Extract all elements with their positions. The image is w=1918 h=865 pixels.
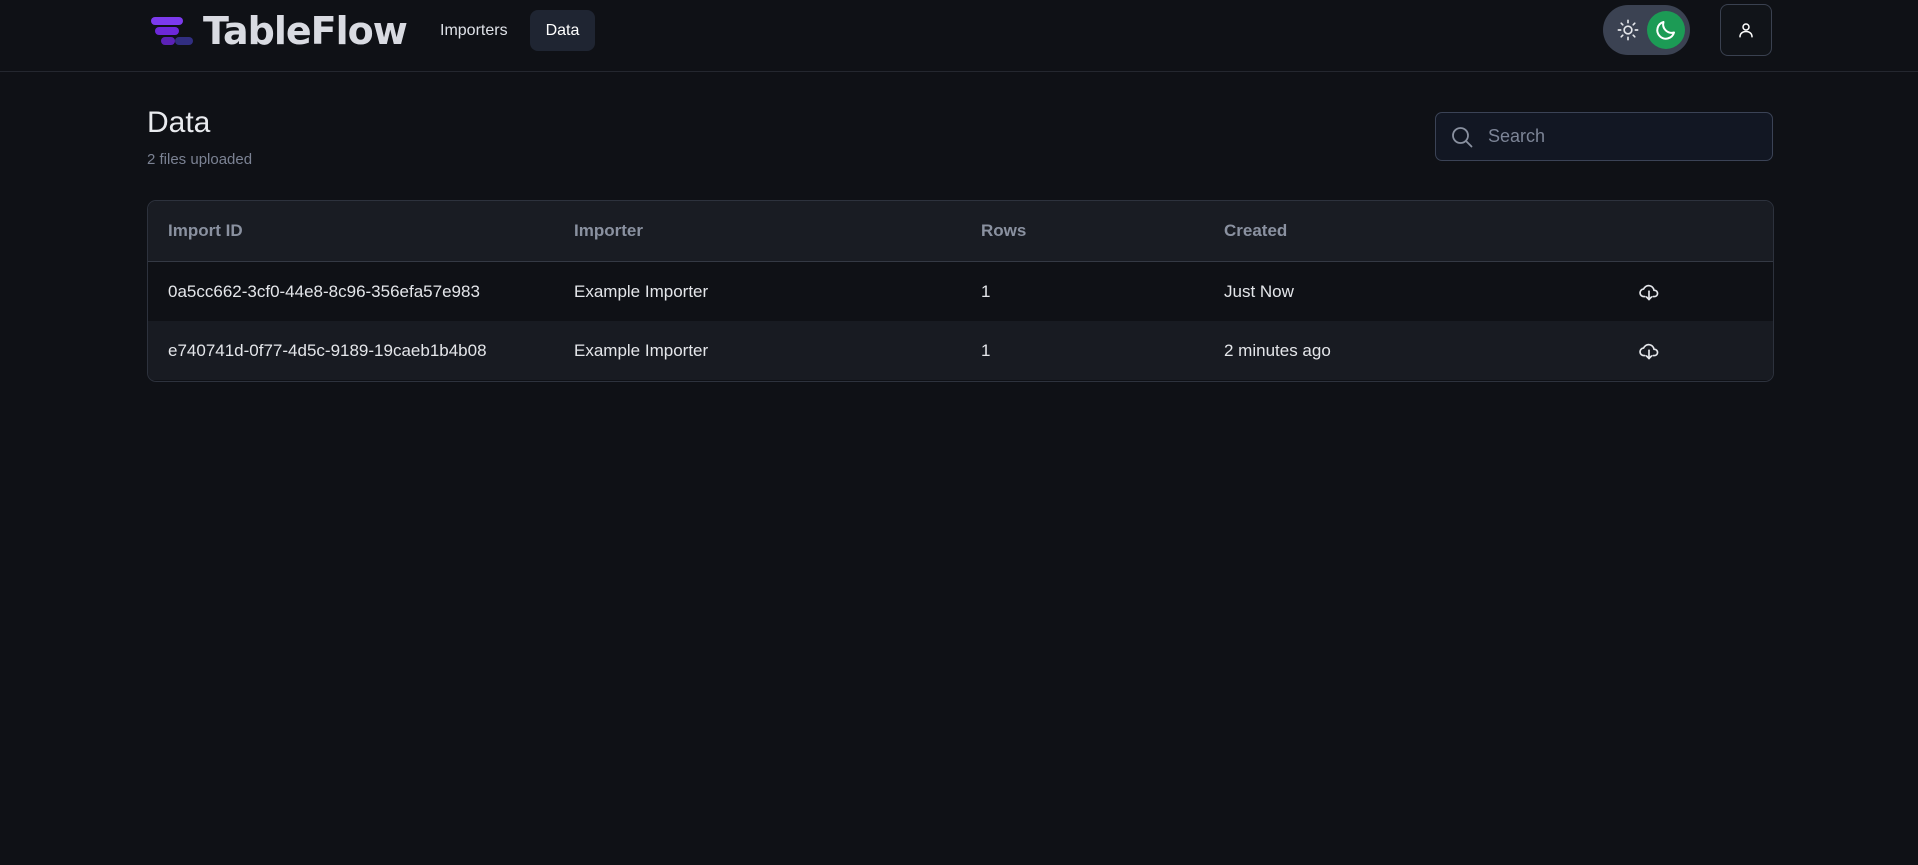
theme-toggle[interactable] [1603, 5, 1690, 55]
table-row[interactable]: e740741d-0f77-4d5c-9189-19caeb1b4b08 Exa… [148, 321, 1773, 380]
page-subtitle: 2 files uploaded [147, 151, 253, 168]
page-title: Data [147, 106, 211, 139]
table-header-row: Import ID Importer Rows Created [148, 201, 1773, 262]
search-icon [1452, 126, 1473, 147]
nav-item-data[interactable]: Data [529, 10, 596, 51]
tableflow-logo[interactable]: TableFlow [151, 9, 408, 53]
cloud-download-icon [1639, 284, 1659, 300]
import-id-cell: e740741d-0f77-4d5c-9189-19caeb1b4b08 [168, 340, 487, 360]
user-menu-button[interactable] [1720, 4, 1772, 56]
sun-icon [1617, 19, 1639, 41]
imports-table: Import ID Importer Rows Created 0a5cc662… [147, 200, 1774, 382]
moon-icon [1656, 21, 1675, 40]
importer-cell: Example Importer [574, 340, 709, 360]
brand-name: TableFlow [203, 9, 408, 53]
table-row[interactable]: 0a5cc662-3cf0-44e8-8c96-356efa57e983 Exa… [148, 262, 1773, 321]
rows-cell: 1 [981, 340, 991, 360]
nav-item-importers[interactable]: Importers [424, 10, 524, 51]
column-header-created[interactable]: Created [1224, 221, 1287, 241]
column-header-import-id[interactable]: Import ID [168, 221, 243, 241]
main-nav: Importers Data [424, 10, 596, 51]
column-header-rows[interactable]: Rows [981, 221, 1026, 241]
user-icon [1739, 23, 1753, 38]
created-cell: 2 minutes ago [1224, 340, 1331, 360]
created-cell: Just Now [1224, 281, 1294, 301]
importer-cell: Example Importer [574, 281, 709, 301]
search-input[interactable] [1486, 125, 1756, 148]
top-navigation-bar: TableFlow Importers Data [0, 0, 1918, 72]
search-box [1435, 112, 1773, 161]
download-button[interactable] [1638, 281, 1660, 303]
theme-toggle-knob [1647, 11, 1685, 49]
tableflow-logo-mark-icon [151, 13, 197, 49]
import-id-cell: 0a5cc662-3cf0-44e8-8c96-356efa57e983 [168, 281, 480, 301]
rows-cell: 1 [981, 281, 991, 301]
download-button[interactable] [1638, 340, 1660, 362]
column-header-importer[interactable]: Importer [574, 221, 643, 241]
cloud-download-icon [1639, 343, 1659, 359]
